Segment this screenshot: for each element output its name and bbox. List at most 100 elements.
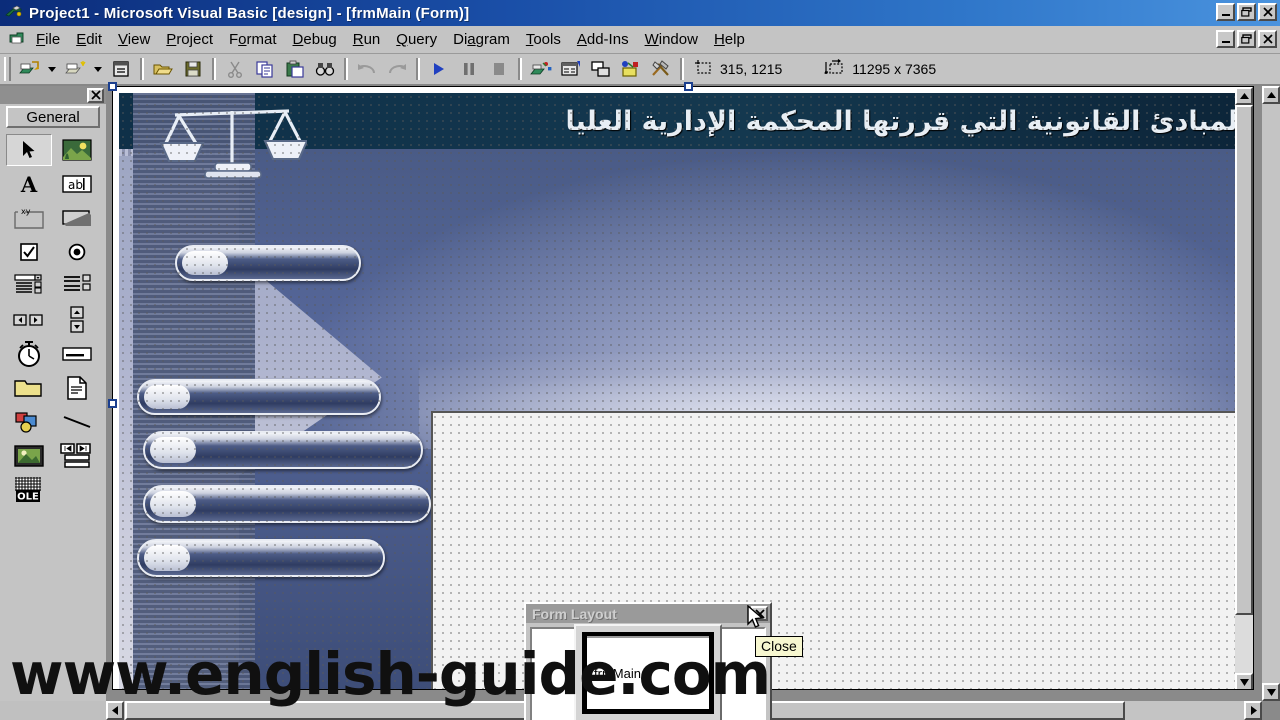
art-pill-button-4[interactable]: [143, 485, 431, 523]
add-form-button[interactable]: [61, 56, 89, 82]
break-button[interactable]: [455, 56, 483, 82]
mdi-close-button[interactable]: [1258, 30, 1277, 48]
checkbox-tool[interactable]: [6, 236, 52, 268]
start-button[interactable]: [425, 56, 453, 82]
site-watermark: www.english-guide.com: [10, 640, 771, 708]
mdi-scroll-up-button[interactable]: [1262, 86, 1280, 104]
mdi-restore-button[interactable]: [1237, 30, 1256, 48]
add-project-dropdown[interactable]: [45, 56, 59, 82]
art-pill-button-5[interactable]: [137, 539, 385, 577]
close-button[interactable]: [1258, 3, 1277, 21]
cut-button[interactable]: [221, 56, 249, 82]
line-tool[interactable]: [54, 406, 100, 438]
properties-window-button[interactable]: [557, 56, 585, 82]
hscrollbar-tool[interactable]: [6, 304, 52, 336]
end-button[interactable]: [485, 56, 513, 82]
toolbar-grip[interactable]: [4, 57, 11, 81]
form-design-surface[interactable]: المبادئ القانونية التي قررتها المحكمة ال…: [119, 93, 1253, 689]
position-indicator: 315, 1215: [688, 59, 788, 80]
selection-handle-middle-left[interactable]: [108, 399, 117, 408]
form-artwork: المبادئ القانونية التي قررتها المحكمة ال…: [119, 93, 1253, 689]
menu-item-edit[interactable]: Edit: [68, 29, 110, 50]
find-button[interactable]: [311, 56, 339, 82]
add-project-button[interactable]: [15, 56, 43, 82]
object-browser-button[interactable]: [617, 56, 645, 82]
scroll-up-button[interactable]: [1235, 87, 1253, 105]
image-tool[interactable]: [6, 440, 52, 472]
form-vertical-scrollbar[interactable]: [1235, 87, 1253, 689]
toolbox-close-button[interactable]: [87, 87, 104, 103]
frame-tool[interactable]: xy: [6, 202, 52, 234]
label-tool[interactable]: A: [6, 168, 52, 200]
selection-handle-top-left[interactable]: [108, 82, 117, 91]
restore-button[interactable]: [1237, 3, 1256, 21]
timer-tool[interactable]: [6, 338, 52, 370]
toolbox-button[interactable]: [647, 56, 675, 82]
ole-tool[interactable]: OLE: [6, 474, 52, 506]
menu-item-run[interactable]: Run: [345, 29, 389, 50]
vertical-scroll-track[interactable]: [1235, 105, 1253, 673]
menu-item-diagram[interactable]: Diagram: [445, 29, 518, 50]
add-form-dropdown[interactable]: [91, 56, 105, 82]
toolbar-separator: [518, 58, 522, 80]
filelistbox-tool[interactable]: [54, 372, 100, 404]
textbox-tool[interactable]: ab: [54, 168, 100, 200]
pointer-tool[interactable]: [6, 134, 52, 166]
standard-toolbar: 315, 1215 11295 x 7365: [0, 54, 1280, 86]
shape-tool[interactable]: [6, 406, 52, 438]
dirlistbox-tool[interactable]: [6, 372, 52, 404]
menu-item-view[interactable]: View: [110, 29, 158, 50]
commandbutton-tool[interactable]: [54, 202, 100, 234]
copy-button[interactable]: [251, 56, 279, 82]
mdi-vertical-scrollbar[interactable]: [1262, 86, 1280, 701]
mdi-minimize-button[interactable]: [1216, 30, 1235, 48]
redo-button[interactable]: [383, 56, 411, 82]
toolbox-tools-grid: A ab xy OLE: [0, 131, 106, 506]
position-marker-icon: [694, 59, 714, 80]
listbox-tool[interactable]: [54, 270, 100, 302]
mdi-scroll-right-button[interactable]: [1244, 701, 1262, 720]
toolbox-tab-general[interactable]: General: [6, 106, 100, 128]
picturebox-tool[interactable]: [54, 134, 100, 166]
art-pill-button-3[interactable]: [143, 431, 423, 469]
paste-button[interactable]: [281, 56, 309, 82]
menu-editor-button[interactable]: [107, 56, 135, 82]
data-tool[interactable]: [54, 440, 100, 472]
menu-item-file[interactable]: File: [28, 29, 68, 50]
toolbox-title-bar: [0, 86, 106, 104]
undo-button[interactable]: [353, 56, 381, 82]
artwork-header-title: المبادئ القانونية التي قررتها المحكمة ال…: [565, 105, 1247, 137]
combobox-tool[interactable]: [6, 270, 52, 302]
mdi-document-icon[interactable]: [4, 28, 28, 52]
vb-app-icon[interactable]: [3, 2, 25, 24]
form-designer-window[interactable]: المبادئ القانونية التي قررتها المحكمة ال…: [112, 86, 1254, 690]
menu-item-project[interactable]: Project: [158, 29, 221, 50]
selection-handle-top-center[interactable]: [684, 82, 693, 91]
open-project-button[interactable]: [149, 56, 177, 82]
drivelistbox-tool[interactable]: [54, 338, 100, 370]
save-project-button[interactable]: [179, 56, 207, 82]
title-bar: Project1 - Microsoft Visual Basic [desig…: [0, 0, 1280, 26]
form-layout-button[interactable]: [587, 56, 615, 82]
menu-item-query[interactable]: Query: [388, 29, 445, 50]
menu-item-window[interactable]: Window: [637, 29, 706, 50]
project-explorer-button[interactable]: [527, 56, 555, 82]
mdi-scroll-down-button[interactable]: [1262, 683, 1280, 701]
menu-item-add-ins[interactable]: Add-Ins: [569, 29, 637, 50]
toolbar-separator: [680, 58, 684, 80]
vscrollbar-tool[interactable]: [54, 304, 100, 336]
scroll-down-button[interactable]: [1235, 673, 1253, 689]
optionbutton-tool[interactable]: [54, 236, 100, 268]
form-layout-title-bar[interactable]: Form Layout: [526, 604, 770, 623]
menu-item-help[interactable]: Help: [706, 29, 753, 50]
art-pill-button-2[interactable]: [137, 379, 381, 415]
menu-item-format[interactable]: Format: [221, 29, 285, 50]
vertical-scroll-thumb[interactable]: [1235, 105, 1253, 615]
art-pill-button-1[interactable]: [175, 245, 361, 281]
toolbar-separator: [344, 58, 348, 80]
toolbox-empty-slot: [54, 474, 100, 506]
minimize-button[interactable]: [1216, 3, 1235, 21]
size-value: 11295 x 7365: [852, 61, 937, 77]
menu-item-debug[interactable]: Debug: [285, 29, 345, 50]
menu-item-tools[interactable]: Tools: [518, 29, 569, 50]
